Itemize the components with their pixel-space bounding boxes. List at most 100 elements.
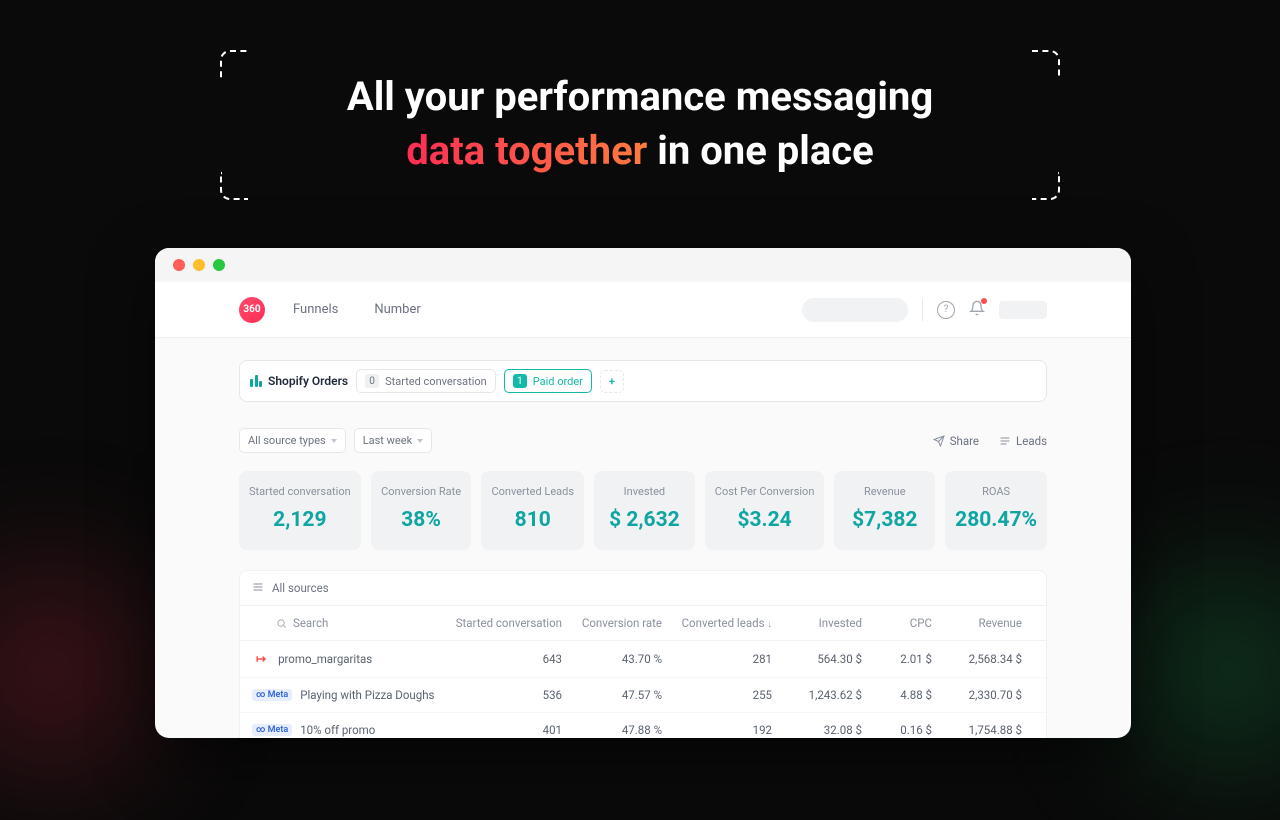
- sources-table: All sources Search Started conversation …: [239, 570, 1047, 738]
- cell-conv-leads: 281: [662, 652, 772, 666]
- table-sources-bar[interactable]: All sources: [240, 571, 1046, 606]
- table-row[interactable]: ↦ promo_margaritas 643 43.70 % 281 564.3…: [240, 641, 1046, 678]
- th-revenue[interactable]: Revenue: [932, 616, 1022, 630]
- logo[interactable]: 360: [239, 297, 265, 323]
- source-badge-icon: ∞ Meta: [252, 724, 292, 736]
- help-icon[interactable]: ?: [937, 301, 955, 319]
- search-placeholder-pill[interactable]: [802, 298, 908, 322]
- funnel-ribbon: Shopify Orders 0 Started conversation 1 …: [239, 360, 1047, 402]
- window-maximize-icon[interactable]: [213, 259, 225, 271]
- avatar[interactable]: [999, 301, 1047, 319]
- stat-conversion-rate: Conversion Rate 38%: [371, 471, 472, 550]
- table-bar-label: All sources: [272, 581, 329, 595]
- th-conv-leads[interactable]: Converted leads↓: [662, 616, 772, 630]
- stat-value: $7,382: [844, 508, 925, 532]
- filter-source-types[interactable]: All source types: [239, 428, 346, 453]
- table-row[interactable]: ∞ Meta 10% off promo 401 47.88 % 192 32.…: [240, 713, 1046, 738]
- cell-roas: 187.44 %: [1022, 688, 1047, 702]
- th-conv-rate[interactable]: Conversion rate: [562, 616, 662, 630]
- cell-invested: 564.30 $: [772, 652, 862, 666]
- search-icon: [276, 618, 287, 629]
- search-input[interactable]: Search: [252, 616, 452, 630]
- stat-invested: Invested $ 2,632: [594, 471, 695, 550]
- stat-value: $ 2,632: [604, 508, 685, 532]
- cell-revenue: 1,754.88 $: [932, 723, 1022, 737]
- stat-value: 810: [491, 508, 574, 532]
- nav-number[interactable]: Number: [374, 302, 420, 317]
- step-label: Started conversation: [385, 375, 487, 388]
- source-name: 10% off promo: [300, 723, 375, 737]
- share-label: Share: [950, 434, 979, 448]
- th-cpc[interactable]: CPC: [862, 616, 932, 630]
- hero-line2-rest: in one place: [647, 127, 873, 174]
- stat-started-conversation: Started conversation 2,129: [239, 471, 361, 550]
- search-placeholder: Search: [293, 616, 328, 630]
- leads-button[interactable]: Leads: [999, 434, 1047, 448]
- stat-value: 38%: [381, 508, 462, 532]
- leads-label: Leads: [1016, 434, 1047, 448]
- stat-value: 280.47%: [955, 508, 1037, 532]
- stat-value: 2,129: [249, 508, 351, 532]
- window-minimize-icon[interactable]: [193, 259, 205, 271]
- th-started[interactable]: Started conversation: [452, 616, 562, 630]
- cell-invested: 1,243.62 $: [772, 688, 862, 702]
- leads-icon: [999, 435, 1011, 447]
- notification-dot-icon: [981, 298, 987, 304]
- stat-revenue: Revenue $7,382: [834, 471, 935, 550]
- stat-label: Converted Leads: [491, 485, 574, 498]
- cell-conv-rate: 43.70 %: [562, 652, 662, 666]
- funnel-title-label: Shopify Orders: [268, 374, 348, 388]
- stat-value: $3.24: [715, 508, 815, 532]
- step-number: 0: [365, 374, 379, 388]
- cell-cpc: 4.88 $: [862, 688, 932, 702]
- notifications-icon[interactable]: [969, 300, 985, 320]
- stat-converted-leads: Converted Leads 810: [481, 471, 584, 550]
- window-close-icon[interactable]: [173, 259, 185, 271]
- table-row[interactable]: ∞ Meta Playing with Pizza Doughs 536 47.…: [240, 678, 1046, 713]
- app-window: 360 Funnels Number ? Shopify Orders 0 St…: [155, 248, 1131, 738]
- stat-label: Revenue: [844, 485, 925, 498]
- hero-line1: All your performance messaging: [347, 73, 933, 120]
- cell-started: 643: [452, 652, 562, 666]
- filter-label: Last week: [363, 434, 412, 447]
- cell-conv-leads: 255: [662, 688, 772, 702]
- appbar: 360 Funnels Number ?: [155, 282, 1131, 338]
- step-label: Paid order: [533, 375, 583, 388]
- th-invested[interactable]: Invested: [772, 616, 862, 630]
- stat-label: ROAS: [955, 485, 1037, 498]
- th-roas[interactable]: ROAS: [1022, 616, 1047, 630]
- source-name: Playing with Pizza Doughs: [300, 688, 434, 702]
- share-button[interactable]: Share: [933, 434, 979, 448]
- cell-conv-rate: 47.57 %: [562, 688, 662, 702]
- stat-label: Conversion Rate: [381, 485, 462, 498]
- nav-funnels[interactable]: Funnels: [293, 302, 338, 317]
- cell-roas: 5,481.25 %: [1022, 723, 1047, 737]
- source-badge-icon: ↦: [252, 651, 270, 667]
- stat-label: Invested: [604, 485, 685, 498]
- funnel-step-1[interactable]: 1 Paid order: [504, 369, 592, 393]
- stat-roas: ROAS 280.47%: [945, 471, 1047, 550]
- cell-invested: 32.08 $: [772, 723, 862, 737]
- cell-roas: 455.31 %: [1022, 652, 1047, 666]
- cell-started: 401: [452, 723, 562, 737]
- stat-label: Started conversation: [249, 485, 351, 498]
- funnel-add-step-button[interactable]: +: [600, 370, 624, 393]
- hero-accent: data together: [406, 127, 647, 174]
- funnel-title[interactable]: Shopify Orders: [250, 374, 348, 388]
- separator: [922, 299, 923, 321]
- stat-label: Cost Per Conversion: [715, 485, 815, 498]
- funnel-step-0[interactable]: 0 Started conversation: [356, 369, 496, 393]
- cell-started: 536: [452, 688, 562, 702]
- source-name: promo_margaritas: [278, 652, 372, 666]
- chevron-down-icon: [417, 439, 423, 443]
- table-header-row: Search Started conversation Conversion r…: [240, 606, 1046, 641]
- cell-cpc: 2.01 $: [862, 652, 932, 666]
- cell-conv-rate: 47.88 %: [562, 723, 662, 737]
- hero-heading: All your performance messaging data toge…: [0, 70, 1280, 178]
- cell-revenue: 2,330.70 $: [932, 688, 1022, 702]
- cell-cpc: 0.16 $: [862, 723, 932, 737]
- filter-period[interactable]: Last week: [354, 428, 432, 453]
- expand-icon: [252, 582, 264, 594]
- stat-cost-per-conversion: Cost Per Conversion $3.24: [705, 471, 825, 550]
- funnel-icon: [250, 375, 262, 387]
